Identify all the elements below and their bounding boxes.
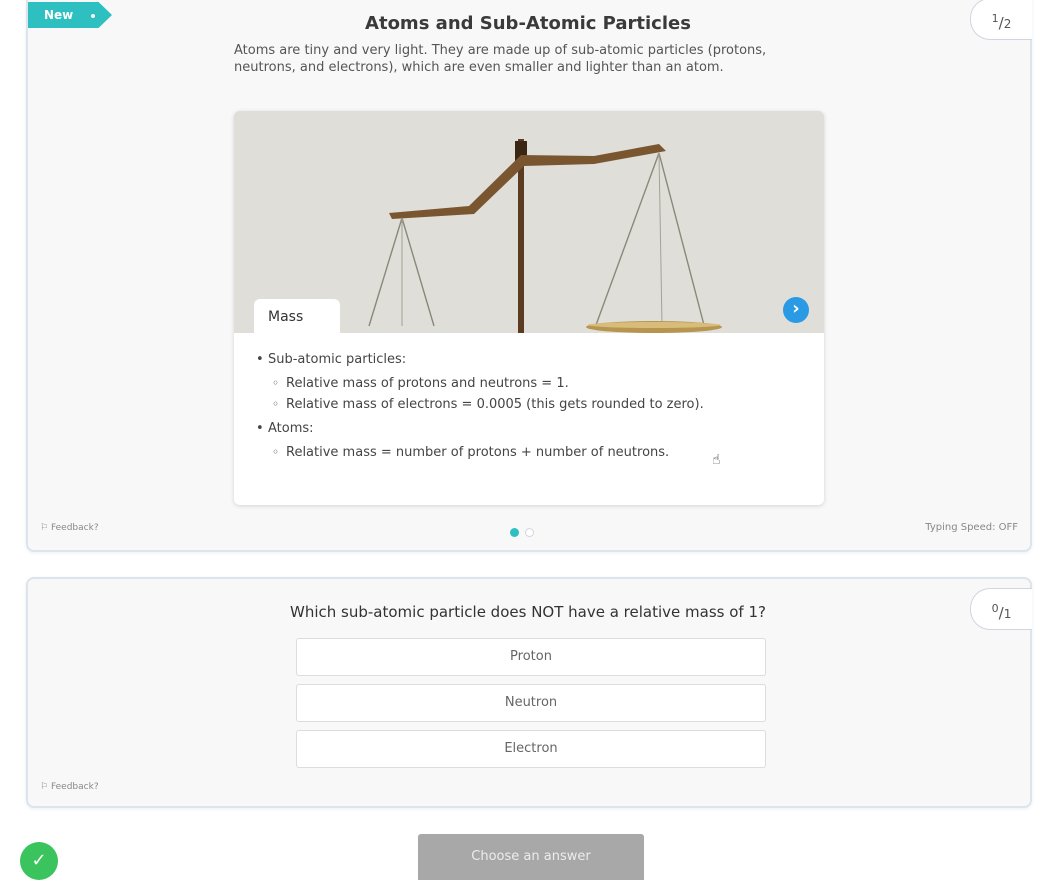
quiz-card: 0/1 Which sub-atomic particle does NOT h… [26, 577, 1032, 808]
counter-current: 0 [991, 602, 999, 615]
slide-tab-mass[interactable]: Mass [254, 299, 340, 335]
pagination-dot-active[interactable] [510, 528, 519, 537]
badge-dot-icon [91, 13, 96, 18]
checkmark-icon: ✓ [31, 850, 47, 871]
chevron-right-icon: › [792, 298, 800, 319]
list-item: Sub-atomic particles: [256, 349, 806, 370]
hand-cursor-icon: ☝ [712, 452, 721, 468]
choose-answer-button[interactable]: Choose an answer [418, 834, 644, 880]
new-badge: New [28, 2, 112, 28]
answer-option-electron[interactable]: Electron [296, 730, 766, 768]
list-item: Relative mass = number of protons + numb… [256, 442, 806, 463]
card-progress-counter: 1/2 [970, 0, 1032, 40]
feedback-label: Feedback? [50, 782, 99, 792]
typing-speed-toggle[interactable]: Typing Speed: OFF [925, 522, 1018, 533]
quiz-progress-counter: 0/1 [970, 588, 1032, 630]
answer-option-neutron[interactable]: Neutron [296, 684, 766, 722]
content-slide: Mass Sub-atomic particles: Relative mass… [234, 111, 824, 505]
intro-text: Atoms are tiny and very light. They are … [234, 43, 767, 75]
counter-current: 1 [991, 12, 999, 25]
megaphone-icon: ⚐ [40, 523, 49, 533]
next-slide-button[interactable]: › [783, 297, 809, 323]
new-badge-label: New [44, 8, 74, 22]
list-item: Relative mass of protons and neutrons = … [256, 373, 806, 394]
question-text: Which sub-atomic particle does NOT have … [290, 603, 766, 621]
megaphone-icon: ⚐ [40, 782, 49, 792]
slide-pagination [510, 522, 540, 541]
learning-card: New 1/2 Atoms and Sub-Atomic Particles A… [26, 0, 1032, 552]
complete-check-button[interactable]: ✓ [20, 842, 58, 880]
answer-option-proton[interactable]: Proton [296, 638, 766, 676]
card-title: Atoms and Sub-Atomic Particles [365, 13, 691, 34]
feedback-label: Feedback? [50, 523, 99, 533]
list-item: Relative mass of electrons = 0.0005 (thi… [256, 394, 806, 415]
list-item: Atoms: [256, 418, 806, 439]
counter-total: 1 [1003, 607, 1012, 621]
feedback-link[interactable]: ⚐ Feedback? [40, 523, 99, 533]
pagination-dot[interactable] [525, 528, 534, 537]
counter-total: 2 [1003, 17, 1012, 31]
feedback-link[interactable]: ⚐ Feedback? [40, 782, 99, 792]
slide-bullet-list: Sub-atomic particles: Relative mass of p… [256, 349, 806, 463]
